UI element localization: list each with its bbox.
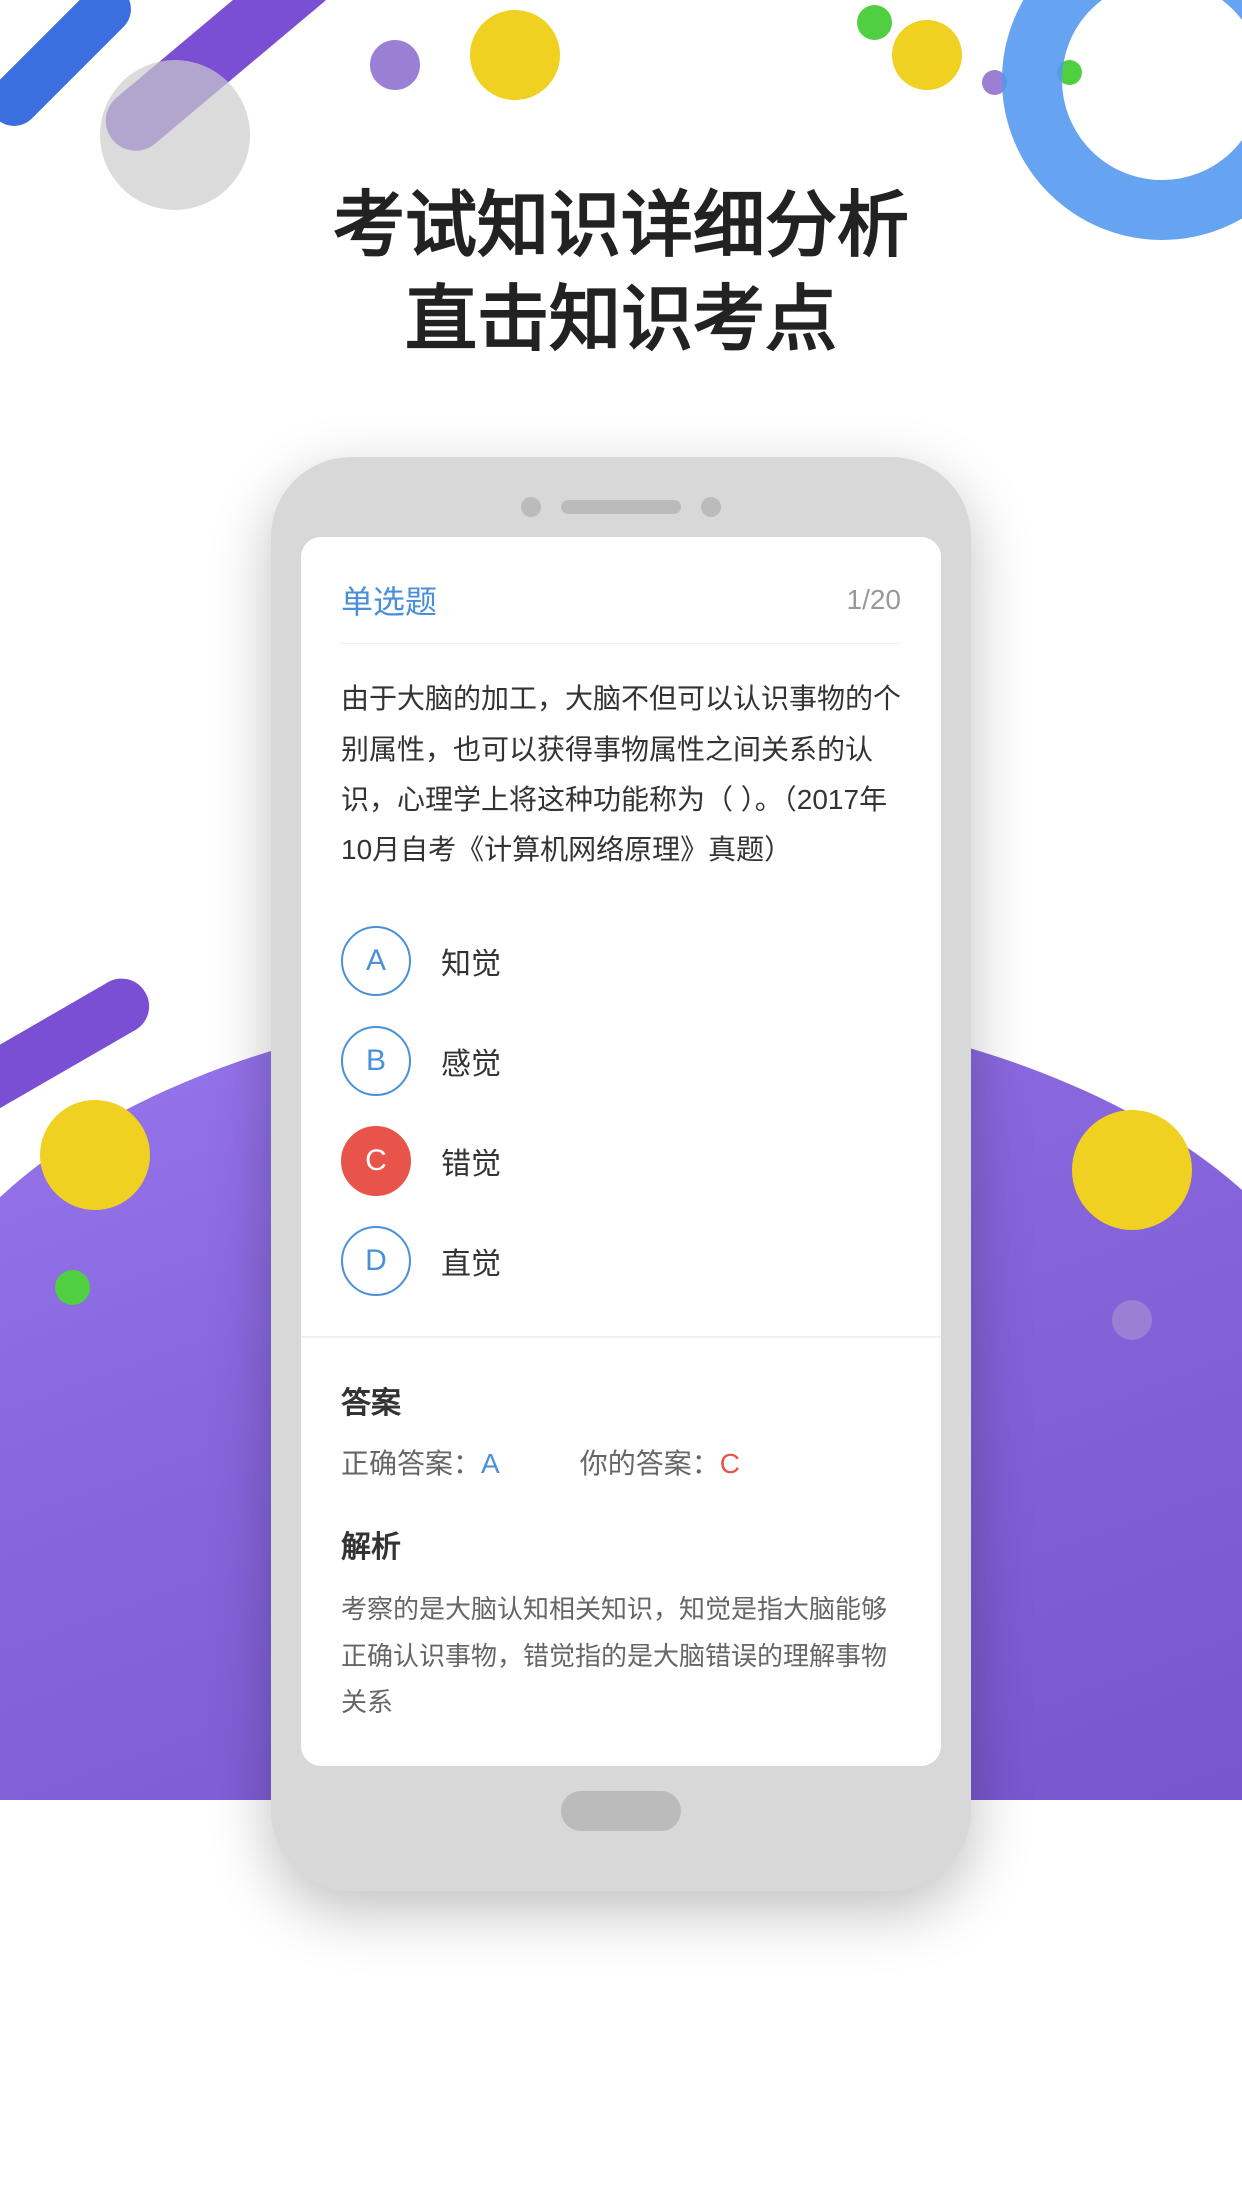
phone-outer: 单选题 1/20 由于大脑的加工，大脑不但可以认识事物的个别属性，也可以获得事物… (271, 457, 971, 1891)
question-text: 由于大脑的加工，大脑不但可以认识事物的个别属性，也可以获得事物属性之间关系的认识… (341, 674, 901, 876)
option-text-d: 直觉 (441, 1239, 501, 1283)
phone-home-button[interactable] (561, 1791, 681, 1831)
option-item-b[interactable]: B 感觉 (341, 1026, 901, 1096)
answer-correct-item: 正确答案：A (341, 1442, 500, 1482)
phone-camera (521, 497, 541, 517)
analysis-text: 考察的是大脑认知相关知识，知觉是指大脑能够正确认识事物，错觉指的是大脑错误的理解… (341, 1586, 901, 1726)
phone-speaker (561, 500, 681, 514)
phone-top (301, 497, 941, 517)
headline: 考试知识详细分析 直击知识考点 (333, 180, 909, 367)
option-circle-b: B (341, 1026, 411, 1096)
answer-your-label: 你的答案： (580, 1448, 720, 1479)
option-text-a: 知觉 (441, 939, 501, 983)
options-list: A 知觉 B 感觉 C 错觉 D 直觉 (341, 926, 901, 1296)
main-content: 考试知识详细分析 直击知识考点 单选题 1/20 (0, 0, 1242, 1891)
question-header: 单选题 1/20 (341, 577, 901, 644)
option-text-c: 错觉 (441, 1139, 501, 1183)
divider (301, 1336, 941, 1338)
answer-correct-label: 正确答案： (341, 1448, 481, 1479)
answer-your-value: C (720, 1448, 740, 1479)
option-circle-d: D (341, 1226, 411, 1296)
answer-correct-value: A (481, 1448, 500, 1479)
option-item-c[interactable]: C 错觉 (341, 1126, 901, 1196)
answer-section: 答案 正确答案：A 你的答案：C 解析 考察的是大脑认知相关知识，知觉是指大脑能… (301, 1378, 941, 1766)
option-item-d[interactable]: D 直觉 (341, 1226, 901, 1296)
answer-title: 答案 (341, 1378, 901, 1422)
phone-mockup: 单选题 1/20 由于大脑的加工，大脑不但可以认识事物的个别属性，也可以获得事物… (271, 457, 971, 1891)
headline-line1: 考试知识详细分析 (333, 180, 909, 274)
option-circle-c: C (341, 1126, 411, 1196)
answer-your-item: 你的答案：C (580, 1442, 740, 1482)
question-type: 单选题 (341, 577, 437, 623)
question-progress: 1/20 (847, 584, 902, 616)
phone-bottom (301, 1791, 941, 1831)
screen-content: 单选题 1/20 由于大脑的加工，大脑不但可以认识事物的个别属性，也可以获得事物… (301, 537, 941, 1296)
option-text-b: 感觉 (441, 1039, 501, 1083)
phone-screen: 单选题 1/20 由于大脑的加工，大脑不但可以认识事物的个别属性，也可以获得事物… (301, 537, 941, 1766)
option-item-a[interactable]: A 知觉 (341, 926, 901, 996)
analysis-title: 解析 (341, 1522, 901, 1566)
option-circle-a: A (341, 926, 411, 996)
phone-sensor (701, 497, 721, 517)
answer-row: 正确答案：A 你的答案：C (341, 1442, 901, 1482)
headline-line2: 直击知识考点 (333, 274, 909, 368)
